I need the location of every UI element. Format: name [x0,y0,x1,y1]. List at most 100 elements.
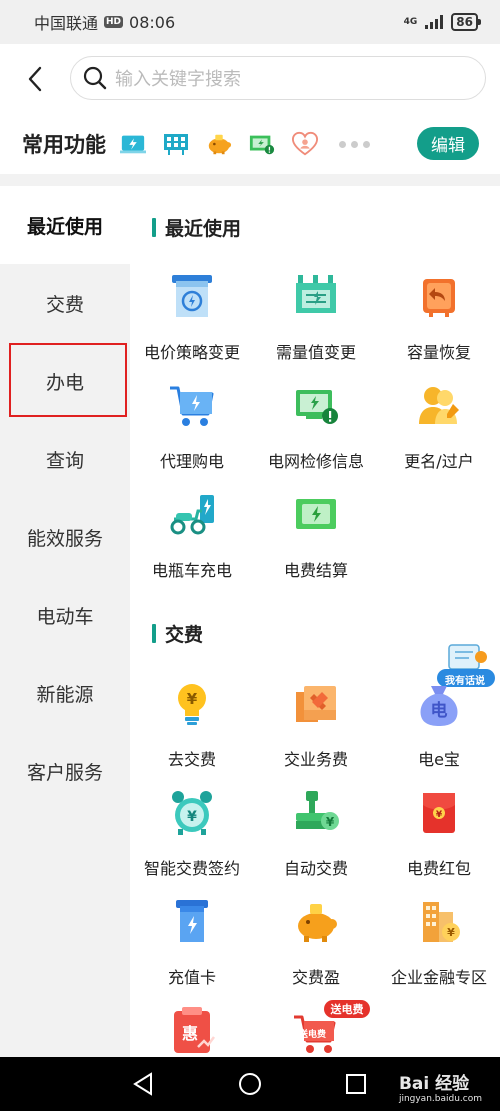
item-label: 交业务费 [283,750,348,769]
payment-item[interactable]: ¥ 去交费 [130,680,254,789]
sidebar-item-customer-service[interactable]: 客户服务 [0,732,130,810]
status-bar: 中国联通 HD 08:06 4G 86 [0,0,500,44]
item-label: 需量值变更 [275,343,356,362]
recent-item[interactable]: 电费结算 [254,491,378,600]
enterprise-finance-icon: ¥ [415,898,463,946]
recent-item[interactable]: 代理购电 [130,382,254,491]
carrier-name: 中国联通 [34,14,99,33]
recent-item[interactable]: 电价策略变更 [130,273,254,382]
payment-grid: ¥ 去交费 交业务费 电 电e宝 ¥ 智能交费签约 ¥ 自动交费 ¥ 电费红包 … [130,680,500,1057]
payment-item[interactable]: ¥ 自动交费 [254,789,378,898]
grid-maintenance-icon [292,382,340,430]
category-sidebar: 最近使用 交费 办电 查询 能效服务 电动车 新能源 客户服务 [0,186,130,1057]
proxy-purchase-icon [168,382,216,430]
hd-badge: HD [104,16,124,28]
item-label: 去交费 [167,750,216,769]
payment-item[interactable]: 电 电e宝 [378,680,500,789]
cart-gift-tag: 送电费 [299,1030,327,1040]
chevron-left-icon [28,66,42,92]
gift-badge-text: 送电费 [330,1003,364,1016]
capacity-restore-icon [415,273,463,321]
signal-icon [425,15,444,29]
item-label: 企业金融专区 [390,968,487,987]
item-label: 交费盈 [291,968,340,987]
payment-item[interactable]: ¥ 电费红包 [378,789,500,898]
item-label: 自动交费 [283,859,348,878]
item-label: 智能交费签约 [143,859,240,878]
sidebar-item-energy-efficiency[interactable]: 能效服务 [0,498,130,576]
search-placeholder: 输入关键字搜索 [115,69,241,90]
payment-item[interactable]: 惠 [130,1007,254,1057]
recent-item[interactable]: 电网检修信息 [254,382,378,491]
watermark-url: jingyan.baidu.com [398,1094,482,1104]
item-label: 电e宝 [418,750,460,769]
item-label: 电瓶车充电 [151,561,232,580]
sidebar-item-ev[interactable]: 电动车 [0,576,130,654]
recent-item[interactable]: 更名/过户 [378,382,500,491]
item-label: 充值卡 [167,968,216,987]
red-packet-icon: ¥ [415,789,463,837]
item-label: 更名/过户 [404,452,474,471]
svg-text:惠: 惠 [182,1024,198,1043]
sidebar-item-new-energy[interactable]: 新能源 [0,654,130,732]
shortcut-maintenance-icon[interactable] [249,131,275,157]
recent-item[interactable]: 电瓶车充电 [130,491,254,600]
shortcut-demand-icon[interactable] [163,131,189,157]
system-nav-bar: Bai 经验 jingyan.baidu.com [0,1057,500,1111]
back-button[interactable] [0,44,70,114]
sidebar-item-payment[interactable]: 交费 [0,264,130,342]
recent-item[interactable]: 需量值变更 [254,273,378,382]
svg-text:¥: ¥ [447,926,455,939]
item-label: 电网检修信息 [267,452,364,471]
payment-item[interactable]: ¥ 智能交费签约 [130,789,254,898]
recent-item[interactable]: 容量恢复 [378,273,500,382]
discount-icon: 惠 [168,1007,216,1055]
edit-button[interactable]: 编辑 [417,127,479,160]
svg-text:¥: ¥ [436,810,443,820]
smart-pay-clock-icon: ¥ [168,789,216,837]
function-content: 最近使用 电价策略变更 需量值变更 容量恢复 代理购电 电网检修信息 更名/过户… [130,186,500,1057]
sidebar-item-recent[interactable]: 最近使用 [0,186,130,264]
shortcut-heart-icon[interactable] [292,131,318,157]
svg-text:¥: ¥ [187,690,198,708]
clock: 08:06 [129,12,176,32]
pay-bulb-icon: ¥ [168,680,216,728]
svg-text:电: 电 [431,700,448,721]
more-dots-icon[interactable] [339,140,370,148]
demand-change-icon [292,273,340,321]
business-fee-icon [292,680,340,728]
common-functions-bar: 常用功能 编辑 [0,114,500,174]
carrier-info: 中国联通 HD 08:06 [34,10,175,34]
piggy-bank-icon [292,898,340,946]
sidebar-item-electricity-service[interactable]: 办电 [0,342,130,420]
e-bao-bag-icon: 电 [415,680,463,728]
price-policy-icon [168,273,216,321]
nav-recents-icon[interactable] [343,1071,369,1097]
status-indicators: 4G 86 [404,13,481,31]
nav-back-icon[interactable] [130,1071,156,1097]
section-title-payment: 交费 [152,620,203,647]
shortcut-piggy-icon[interactable] [206,131,232,157]
ebike-charging-icon [168,491,216,539]
svg-text:¥: ¥ [187,809,197,825]
recharge-card-icon [168,898,216,946]
shortcut-price-icon[interactable] [120,131,146,157]
auto-pay-icon: ¥ [292,789,340,837]
search-input[interactable]: 输入关键字搜索 [70,56,486,100]
search-icon [83,66,107,90]
item-label: 代理购电 [159,452,224,471]
sidebar-item-query[interactable]: 查询 [0,420,130,498]
baidu-watermark: Bai 经验 jingyan.baidu.com [399,1069,482,1104]
payment-item[interactable]: 交业务费 [254,680,378,789]
item-label: 容量恢复 [406,343,471,362]
payment-item[interactable]: 交费盈 [254,898,378,1007]
item-label: 电费结算 [283,561,348,580]
nav-home-icon[interactable] [237,1071,263,1097]
gift-badge[interactable]: 送电费 [324,1000,370,1018]
payment-item[interactable]: ¥ 企业金融专区 [378,898,500,1007]
payment-item[interactable]: 充值卡 [130,898,254,1007]
battery-icon: 86 [451,13,481,31]
search-header: 输入关键字搜索 [0,44,500,114]
item-label: 电费红包 [406,859,471,878]
svg-text:¥: ¥ [326,815,335,829]
